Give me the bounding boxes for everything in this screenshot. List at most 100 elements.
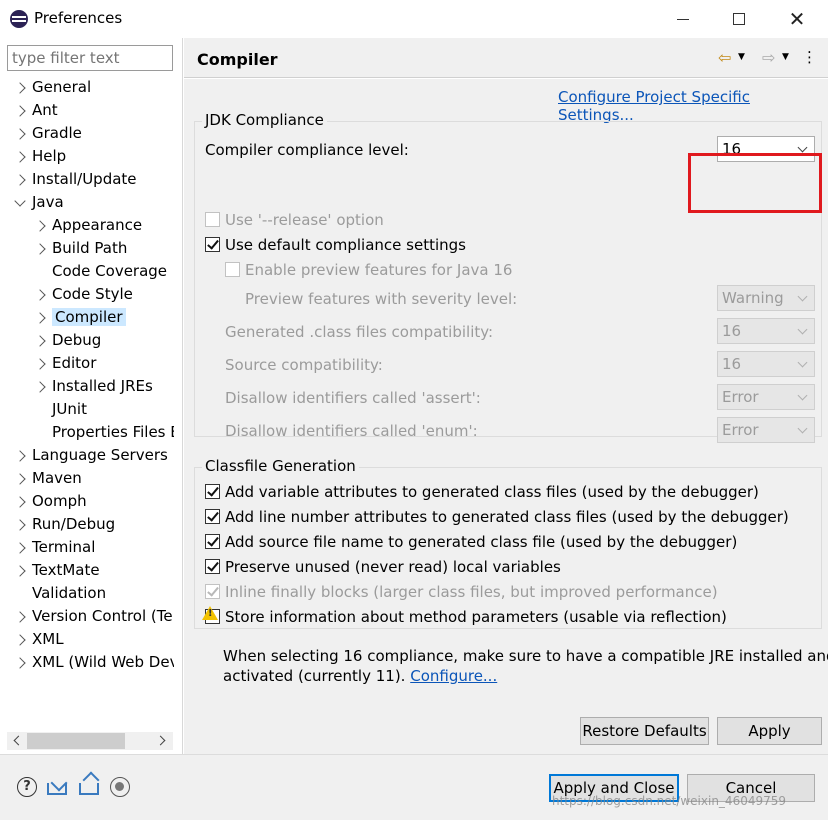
scrollbar-thumb[interactable] [27, 733, 125, 749]
import-icon[interactable] [47, 783, 67, 795]
chevron-right-icon[interactable] [14, 174, 26, 186]
maximize-icon [733, 13, 745, 25]
enum-identifier-value: Error [722, 421, 759, 439]
enum-identifier-select[interactable]: Error [717, 417, 815, 443]
tree-horizontal-scrollbar[interactable] [7, 732, 173, 750]
tree-item[interactable]: Version Control (Te [14, 605, 173, 628]
scroll-right-icon[interactable] [155, 735, 166, 746]
chevron-right-icon[interactable] [14, 128, 26, 140]
tree-item[interactable]: Terminal [14, 536, 95, 559]
tree-item-label: Properties Files E [52, 423, 174, 441]
record-icon[interactable] [110, 777, 130, 797]
tree-item[interactable]: Debug [34, 329, 101, 352]
tree-item[interactable]: Language Servers [14, 444, 168, 467]
tree-item[interactable]: Installed JREs [34, 375, 153, 398]
page-navigation: ⇦ ▼ ⇨ ▼ ⋮ [718, 48, 828, 68]
classfile-option-checkbox[interactable] [205, 534, 220, 549]
tree-item[interactable]: Gradle [14, 122, 82, 145]
tree-item[interactable]: Appearance [34, 214, 142, 237]
tree-item-label: Editor [52, 354, 97, 372]
tree-item[interactable]: Validation [16, 582, 106, 605]
dialog-footer: ? Apply and Close Cancel https://blog.cs… [0, 754, 828, 820]
classfile-option-label: Add variable attributes to generated cla… [225, 483, 759, 501]
tree-item[interactable]: Oomph [14, 490, 87, 513]
tree-item[interactable]: XML [14, 628, 64, 651]
chevron-right-icon[interactable] [34, 312, 46, 324]
tree-item-label: General [32, 78, 92, 96]
scroll-left-icon[interactable] [13, 735, 24, 746]
chevron-right-icon[interactable] [14, 611, 26, 623]
chevron-right-icon[interactable] [14, 657, 26, 669]
chevron-right-icon[interactable] [14, 565, 26, 577]
chevron-right-icon[interactable] [14, 450, 26, 462]
enable-preview-checkbox[interactable] [225, 262, 240, 277]
tree-item-label: Maven [32, 469, 82, 487]
tree-item[interactable]: Help [14, 145, 66, 168]
chevron-right-icon[interactable] [14, 82, 26, 94]
chevron-right-icon[interactable] [14, 634, 26, 646]
classfile-option-checkbox[interactable] [205, 484, 220, 499]
chevron-right-icon[interactable] [34, 335, 46, 347]
tree-item-label: Oomph [32, 492, 87, 510]
source-compatibility-value: 16 [722, 355, 742, 373]
close-button[interactable]: ✕ [774, 0, 820, 38]
classfile-option-checkbox[interactable] [205, 584, 220, 599]
classfile-option-checkbox[interactable] [205, 559, 220, 574]
warning-icon [202, 606, 218, 620]
tree-item[interactable]: Properties Files E [36, 421, 174, 444]
restore-defaults-button[interactable]: Restore Defaults [580, 717, 709, 745]
tree-item[interactable]: Ant [14, 99, 58, 122]
export-icon[interactable] [79, 783, 99, 795]
help-icon[interactable]: ? [17, 777, 37, 797]
tree-item[interactable]: Editor [34, 352, 97, 375]
maximize-button[interactable] [716, 0, 762, 38]
tree-item-label: Run/Debug [32, 515, 116, 533]
apply-button[interactable]: Apply [717, 717, 822, 745]
source-compatibility-select[interactable]: 16 [717, 351, 815, 377]
compliance-level-label: Compiler compliance level: [205, 141, 409, 159]
tree-item[interactable]: Build Path [34, 237, 127, 260]
tree-item[interactable]: Java [14, 191, 64, 214]
configure-project-settings-link[interactable]: Configure Project Specific Settings... [558, 88, 828, 124]
classfile-option-label: Add line number attributes to generated … [225, 508, 789, 526]
view-menu-icon[interactable]: ⋮ [802, 48, 817, 66]
tree-item[interactable]: TextMate [14, 559, 100, 582]
forward-arrow-icon[interactable]: ⇨ [762, 48, 775, 67]
tree-item-label: Compiler [52, 308, 126, 326]
tree-item[interactable]: Compiler [34, 306, 126, 329]
tree-item[interactable]: Code Style [34, 283, 133, 306]
tree-item[interactable]: Install/Update [14, 168, 137, 191]
tree-item[interactable]: Run/Debug [14, 513, 116, 536]
assert-identifier-select[interactable]: Error [717, 384, 815, 410]
close-icon: ✕ [788, 7, 806, 31]
chevron-right-icon[interactable] [14, 151, 26, 163]
back-arrow-icon[interactable]: ⇦ [718, 48, 731, 67]
classfile-option-checkbox[interactable] [205, 509, 220, 524]
configure-jre-link[interactable]: Configure... [410, 667, 497, 685]
forward-menu-chevron-down-icon[interactable]: ▼ [782, 52, 789, 62]
tree-item[interactable]: General [14, 76, 92, 99]
watermark: https://blog.csdn.net/weixin_46049759 [552, 794, 787, 808]
chevron-right-icon[interactable] [14, 519, 26, 531]
chevron-right-icon[interactable] [34, 220, 46, 232]
preview-severity-select[interactable]: Warning [717, 285, 815, 311]
back-menu-chevron-down-icon[interactable]: ▼ [738, 52, 745, 62]
tree-item[interactable]: JUnit [36, 398, 87, 421]
chevron-right-icon[interactable] [14, 496, 26, 508]
chevron-right-icon[interactable] [14, 473, 26, 485]
chevron-right-icon[interactable] [14, 105, 26, 117]
filter-input[interactable] [7, 45, 173, 71]
tree-item[interactable]: XML (Wild Web Dev [14, 651, 174, 674]
chevron-down-icon[interactable] [14, 195, 26, 207]
default-compliance-checkbox[interactable] [205, 237, 220, 252]
chevron-right-icon[interactable] [34, 381, 46, 393]
release-option-checkbox[interactable] [205, 212, 220, 227]
tree-item[interactable]: Code Coverage [36, 260, 167, 283]
chevron-right-icon[interactable] [34, 289, 46, 301]
minimize-button[interactable] [660, 0, 706, 38]
class-compatibility-select[interactable]: 16 [717, 318, 815, 344]
chevron-right-icon[interactable] [34, 358, 46, 370]
chevron-right-icon[interactable] [34, 243, 46, 255]
tree-item[interactable]: Maven [14, 467, 82, 490]
chevron-right-icon[interactable] [14, 542, 26, 554]
